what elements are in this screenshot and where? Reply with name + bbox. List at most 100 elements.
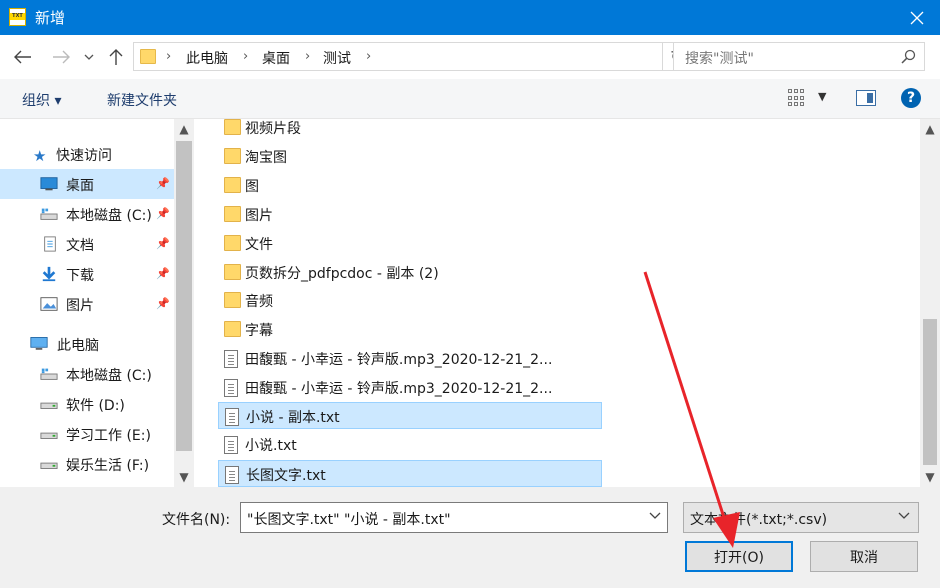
sidebar-item-quick-access[interactable]: ★ 快速访问 xyxy=(0,139,174,169)
list-item[interactable]: 图 xyxy=(218,172,602,199)
folder-icon xyxy=(224,148,241,164)
toolbar: 组织 ▾ 新建文件夹 ▼ ? xyxy=(0,79,940,119)
chevron-down-icon xyxy=(84,54,94,60)
chevron-right-icon: › xyxy=(366,49,372,64)
view-dropdown-icon[interactable]: ▼ xyxy=(818,90,826,103)
new-folder-button[interactable]: 新建文件夹 xyxy=(107,90,177,110)
chevron-right-icon: › xyxy=(305,49,311,64)
document-icon xyxy=(44,236,56,252)
filetype-select[interactable]: 文本文件(*.txt;*.csv) xyxy=(683,502,919,533)
title-bar: TXT 新增 xyxy=(0,0,940,35)
sidebar-item-desktop[interactable]: 桌面 📌 xyxy=(0,169,174,199)
list-item[interactable]: 图片 xyxy=(218,201,602,228)
drive-icon xyxy=(40,462,58,469)
txt-app-icon: TXT xyxy=(9,8,26,26)
forward-button[interactable] xyxy=(48,44,74,70)
scroll-down-icon[interactable]: ▼ xyxy=(174,467,194,487)
picture-icon xyxy=(40,297,58,311)
list-item[interactable]: 田馥甄 - 小幸运 - 铃声版.mp3_2020-12-21_2... xyxy=(218,345,602,372)
list-item[interactable]: 文件 xyxy=(218,230,602,257)
drive-icon xyxy=(40,368,58,380)
scroll-up-icon[interactable]: ▲ xyxy=(920,119,940,139)
sidebar-scroll-thumb[interactable] xyxy=(176,141,192,451)
close-button[interactable] xyxy=(894,0,940,35)
breadcrumb-desktop[interactable]: 桌面 xyxy=(262,48,290,68)
navigation-pane[interactable]: ★ 快速访问 桌面 📌 本地磁盘 (C:) 📌 文档 📌 下载 📌 图片 📌 此… xyxy=(0,119,194,487)
folder-icon xyxy=(224,292,241,308)
list-item[interactable]: 田馥甄 - 小幸运 - 铃声版.mp3_2020-12-21_2... xyxy=(218,374,602,401)
drive-icon xyxy=(40,208,58,220)
file-list-scrollbar[interactable]: ▲ ▼ xyxy=(920,119,940,487)
search-icon xyxy=(901,49,916,64)
dialog-footer: 文件名(N): "长图文字.txt" "小说 - 副本.txt" 文本文件(*.… xyxy=(0,487,940,588)
scroll-up-icon[interactable]: ▲ xyxy=(174,119,194,139)
folder-icon xyxy=(224,177,241,193)
breadcrumb-test[interactable]: 测试 xyxy=(323,48,351,68)
list-item[interactable]: 小说 - 副本.txt xyxy=(218,402,602,429)
filename-label: 文件名(N): xyxy=(162,512,231,528)
sidebar-item-downloads[interactable]: 下载 📌 xyxy=(0,259,174,289)
folder-icon xyxy=(140,49,156,64)
up-button[interactable] xyxy=(103,44,129,70)
arrow-right-icon xyxy=(53,50,70,64)
sidebar-item-local-disk-c[interactable]: 本地磁盘 (C:) 📌 xyxy=(0,199,174,229)
file-icon xyxy=(224,350,238,368)
filename-value: "长图文字.txt" "小说 - 副本.txt" xyxy=(247,512,451,528)
window-title: 新增 xyxy=(35,9,66,27)
list-item[interactable]: 字幕 xyxy=(218,316,602,343)
folder-icon xyxy=(224,235,241,251)
pin-icon: 📌 xyxy=(156,207,170,220)
arrow-up-icon xyxy=(109,48,123,65)
address-bar[interactable]: › 此电脑 › 桌面 › 测试 › xyxy=(133,42,758,71)
sidebar-item-this-pc[interactable]: 此电脑 xyxy=(0,329,174,359)
star-icon: ★ xyxy=(33,147,47,165)
close-icon xyxy=(910,11,924,24)
arrow-left-icon xyxy=(14,50,31,64)
chevron-down-icon[interactable] xyxy=(649,509,661,523)
view-options-icon[interactable] xyxy=(788,89,806,107)
folder-icon xyxy=(224,264,241,280)
list-item[interactable]: 小说.txt xyxy=(218,431,602,458)
breadcrumb-this-pc[interactable]: 此电脑 xyxy=(186,48,228,68)
folder-icon xyxy=(224,321,241,337)
desktop-icon xyxy=(40,177,58,191)
chevron-right-icon: › xyxy=(243,49,249,64)
text-file-icon xyxy=(225,408,239,426)
pin-icon: 📌 xyxy=(156,297,170,310)
pin-icon: 📌 xyxy=(156,267,170,280)
cancel-button[interactable]: 取消 xyxy=(810,541,918,572)
recent-locations-button[interactable] xyxy=(79,44,99,70)
list-item[interactable]: 长图文字.txt xyxy=(218,460,602,487)
open-button[interactable]: 打开(O) xyxy=(685,541,793,572)
computer-icon xyxy=(30,337,48,350)
drive-icon xyxy=(40,432,58,439)
chevron-right-icon: › xyxy=(166,49,172,64)
organize-button[interactable]: 组织 ▾ xyxy=(22,90,61,110)
search-input[interactable]: 搜索"测试" xyxy=(673,42,925,71)
filetype-value: 文本文件(*.txt;*.csv) xyxy=(690,512,828,528)
back-button[interactable] xyxy=(10,44,36,70)
sidebar-item-drive-e[interactable]: 学习工作 (E:) xyxy=(0,419,174,449)
text-file-icon xyxy=(224,436,238,454)
sidebar-item-drive-f[interactable]: 娱乐生活 (F:) xyxy=(0,449,174,479)
list-item[interactable]: 页数拆分_pdfpcdoc - 副本 (2) xyxy=(218,259,602,286)
folder-icon xyxy=(224,206,241,222)
download-icon xyxy=(42,266,56,282)
scroll-down-icon[interactable]: ▼ xyxy=(920,467,940,487)
list-item[interactable]: 音频 xyxy=(218,287,602,314)
list-item[interactable]: 淘宝图 xyxy=(218,143,602,170)
folder-icon xyxy=(224,119,241,135)
help-icon[interactable]: ? xyxy=(901,88,921,108)
sidebar-item-local-disk-c-2[interactable]: 本地磁盘 (C:) xyxy=(0,359,174,389)
filename-input[interactable]: "长图文字.txt" "小说 - 副本.txt" xyxy=(240,502,668,533)
sidebar-item-drive-d[interactable]: 软件 (D:) xyxy=(0,389,174,419)
sidebar-item-pictures[interactable]: 图片 📌 xyxy=(0,289,174,319)
sidebar-item-documents[interactable]: 文档 📌 xyxy=(0,229,174,259)
list-item[interactable]: 视频片段 xyxy=(218,114,602,141)
sidebar-scrollbar[interactable]: ▲ ▼ xyxy=(174,119,194,487)
file-list[interactable]: 视频片段 淘宝图 图 图片 文件 页数拆分_pdfpcdoc - 副本 (2) … xyxy=(194,119,940,487)
file-list-scroll-thumb[interactable] xyxy=(923,319,937,465)
pin-icon: 📌 xyxy=(156,237,170,250)
preview-pane-icon[interactable] xyxy=(856,90,876,106)
chevron-down-icon xyxy=(898,509,910,523)
